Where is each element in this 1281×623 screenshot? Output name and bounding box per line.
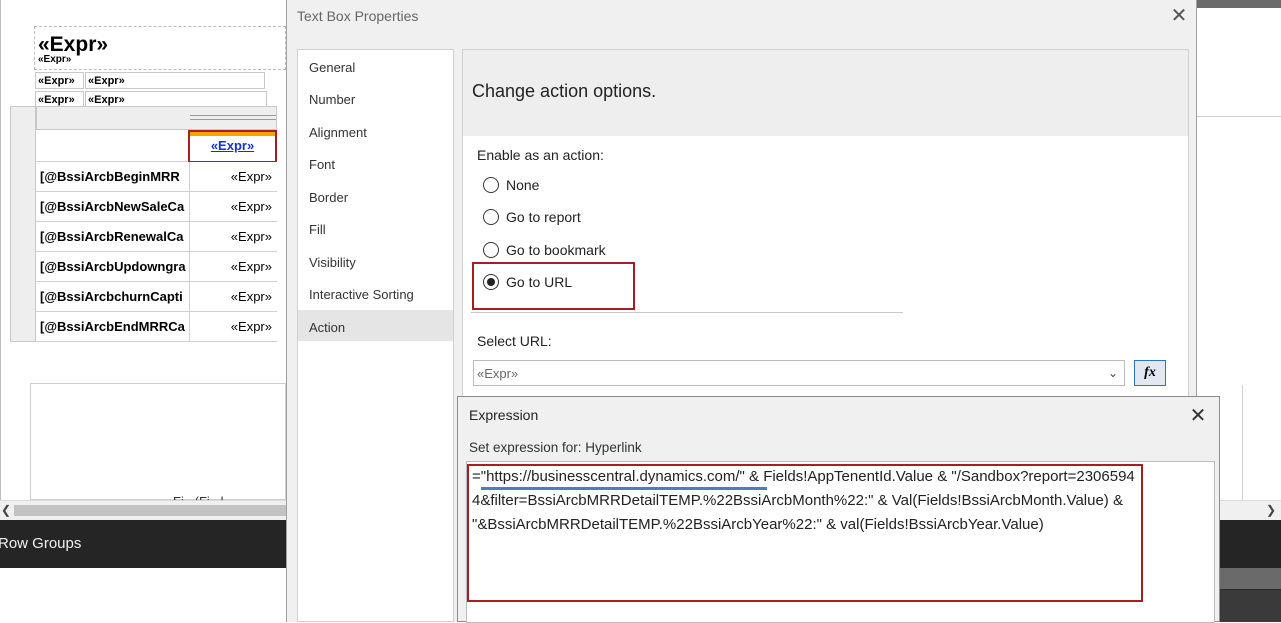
pane-heading: Change action options. — [472, 81, 657, 101]
nav-item-visibility[interactable]: Visibility — [298, 245, 453, 276]
table-row[interactable]: [@BssiArcbRenewalCa «Expr» — [36, 222, 277, 252]
dialog-title: Text Box Properties — [297, 8, 419, 24]
selection-indicator — [190, 132, 275, 136]
header-expr-cell[interactable]: «Expr» — [85, 72, 265, 89]
url-combobox[interactable]: «Expr» ⌄ — [473, 360, 1125, 386]
close-icon[interactable]: ✕ — [1167, 4, 1191, 28]
nav-item-font[interactable]: Font — [298, 147, 453, 178]
report-body-frame: Fi...(Fi...l... — [30, 383, 286, 500]
enable-action-label: Enable as an action: — [477, 147, 604, 163]
report-subtitle[interactable]: «Expr» — [38, 54, 71, 65]
set-expression-label: Set expression for: Hyperlink — [469, 440, 642, 455]
close-icon[interactable]: ✕ — [1186, 404, 1210, 428]
nav-item-interactive-sorting[interactable]: Interactive Sorting — [298, 277, 453, 308]
expression-dialog-title: Expression — [469, 407, 539, 423]
table-row-handles[interactable] — [10, 106, 36, 342]
nav-item-border[interactable]: Border — [298, 180, 453, 211]
url-combobox-value: «Expr» — [477, 366, 519, 381]
table-row[interactable]: [@BssiArcbEndMRRCa «Expr» — [36, 312, 277, 342]
groups-pane — [0, 568, 286, 622]
expression-button[interactable]: fx — [1134, 360, 1166, 386]
nav-item-general[interactable]: General — [298, 50, 453, 81]
select-url-label: Select URL: — [477, 333, 552, 349]
nav-item-alignment[interactable]: Alignment — [298, 115, 453, 146]
expression-highlight — [467, 464, 1143, 602]
pane-header: Change action options. — [463, 50, 1188, 136]
nav-item-fill[interactable]: Fill — [298, 212, 453, 243]
table-row[interactable]: [@BssiArcbUpdowngra «Expr» — [36, 252, 277, 282]
radio-button[interactable] — [483, 209, 499, 225]
chevron-down-icon[interactable]: ⌄ — [1108, 366, 1118, 380]
table-row[interactable]: [@BssiArcbBeginMRR «Expr» — [36, 162, 277, 192]
divider — [471, 312, 903, 313]
scroll-right-icon[interactable]: ❯ — [1266, 503, 1276, 517]
properties-nav: General Number Alignment Font Border Fil… — [297, 49, 454, 622]
scrollbar-thumb[interactable] — [14, 505, 286, 516]
expression-dialog: Expression ✕ Set expression for: Hyperli… — [457, 396, 1220, 623]
expression-editor[interactable]: ="https://businesscentral.dynamics.com/"… — [466, 461, 1215, 623]
scroll-left-icon[interactable]: ❮ — [1, 503, 11, 517]
table-row[interactable]: [@BssiArcbNewSaleCa «Expr» — [36, 192, 277, 222]
radio-button[interactable] — [483, 177, 499, 193]
table-row[interactable]: [@BssiArcbchurnCapti «Expr» — [36, 282, 277, 312]
go-to-url-highlight — [472, 262, 635, 310]
nav-item-number[interactable]: Number — [298, 82, 453, 113]
hyperlink-expr-text[interactable]: «Expr» — [190, 138, 275, 153]
groups-pane-right — [1220, 568, 1281, 622]
table-column-handles[interactable] — [36, 106, 277, 130]
row-groups-label: Row Groups — [0, 535, 82, 552]
hyperlink-expr-cell[interactable]: «Expr» — [188, 130, 277, 163]
radio-button[interactable] — [483, 242, 499, 258]
header-expr-cell[interactable]: «Expr» — [35, 72, 84, 89]
nav-item-action[interactable]: Action — [298, 310, 453, 341]
